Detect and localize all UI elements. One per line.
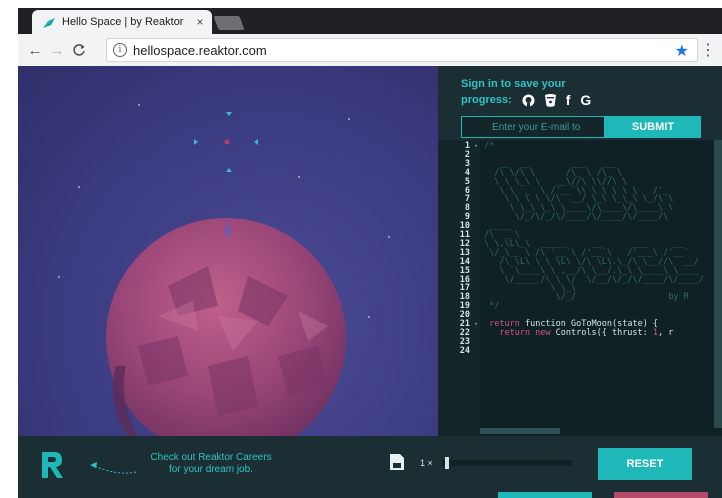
code-comment-line: */ <box>484 301 500 312</box>
careers-line1: Check out Reaktor Careers <box>150 452 272 463</box>
careers-line2: for your dream job. <box>169 464 253 475</box>
google-icon[interactable]: G <box>580 92 591 108</box>
tab-strip: Hello Space | by Reaktor × <box>18 8 722 34</box>
signin-prompt: Sign in to save your progress: f G <box>461 76 591 108</box>
code-editor[interactable]: 1 2 3 4 5 6 7 8 9 10 11 12 13 14 15 16 17 18 19 20 21 22 23 24 ▾… <box>438 140 722 436</box>
browser-menu-icon[interactable]: ⋮ <box>700 40 716 60</box>
footer-bar: Check out Reaktor Careers for your dream… <box>18 436 722 498</box>
github-icon[interactable] <box>522 94 535 107</box>
bitbucket-icon[interactable] <box>544 93 556 107</box>
editor-horizontal-scrollbar[interactable] <box>480 428 560 434</box>
speed-slider[interactable] <box>442 456 572 469</box>
new-tab-button[interactable] <box>213 16 245 30</box>
signin-line2: progress: <box>461 94 512 106</box>
fold-arrow-icon[interactable]: ▾ <box>474 142 478 150</box>
speed-slider-track <box>442 460 572 466</box>
code-comment-line: \/_/\/_/\/____/\/____/\/____/\ <box>484 212 669 223</box>
bookmark-star-icon[interactable]: ★ <box>675 41 689 61</box>
reload-icon[interactable] <box>68 39 90 61</box>
careers-link[interactable]: Check out Reaktor Careers for your dream… <box>88 452 288 482</box>
url-text: hellospace.reaktor.com <box>133 42 267 58</box>
fold-arrow-icon[interactable]: ▾ <box>474 320 478 328</box>
submit-button[interactable]: SUBMIT <box>605 116 701 138</box>
code-comment-line: /* <box>484 141 495 151</box>
rocket-icon <box>43 18 55 28</box>
browser-tab[interactable]: Hello Space | by Reaktor × <box>32 10 212 34</box>
dashed-arrow-icon <box>90 462 137 474</box>
address-bar[interactable]: i hellospace.reaktor.com ★ <box>106 38 698 62</box>
reset-button[interactable]: RESET <box>598 448 692 480</box>
planet-illustration <box>106 216 346 436</box>
browser-toolbar: ← → i hellospace.reaktor.com ★ ⋮ <box>18 34 722 66</box>
teal-action-button[interactable] <box>498 492 592 498</box>
pink-action-button[interactable] <box>614 492 708 498</box>
reaktor-logo-icon[interactable] <box>40 450 66 480</box>
email-input[interactable] <box>461 116 605 138</box>
speed-slider-thumb[interactable] <box>444 457 449 469</box>
save-icon[interactable] <box>390 454 404 470</box>
page-content: Sign in to save your progress: f G SUBMI… <box>18 66 722 498</box>
space-canvas[interactable] <box>18 66 438 436</box>
back-icon[interactable]: ← <box>24 39 46 61</box>
info-icon[interactable]: i <box>113 43 127 57</box>
forward-icon[interactable]: → <box>46 39 68 61</box>
signin-line1: Sign in to save your <box>461 78 566 90</box>
tab-title: Hello Space | by Reaktor <box>62 16 184 28</box>
code-line: return new Controls({ thrust: 1, r <box>499 327 674 338</box>
browser-window: Hello Space | by Reaktor × ← → i hellosp… <box>18 8 722 498</box>
line-number-gutter: 1 2 3 4 5 6 7 8 9 10 11 12 13 14 15 16 17 18 19 20 21 22 23 24 ▾… <box>438 140 480 436</box>
code-comment-line: \/_/ by R <box>484 292 689 303</box>
email-form: SUBMIT <box>461 116 701 138</box>
tab-close-icon[interactable]: × <box>192 15 208 29</box>
editor-vertical-scrollbar[interactable] <box>714 140 722 428</box>
speed-label: 1 × <box>420 458 433 468</box>
code-panel: Sign in to save your progress: f G SUBMI… <box>438 66 722 436</box>
facebook-icon[interactable]: f <box>566 92 571 108</box>
code-content[interactable]: /* __ __ ___ ___ /\ \/\ \ /\_ \ /\_ \ \ … <box>484 140 714 436</box>
line-number: 24 <box>459 345 470 356</box>
